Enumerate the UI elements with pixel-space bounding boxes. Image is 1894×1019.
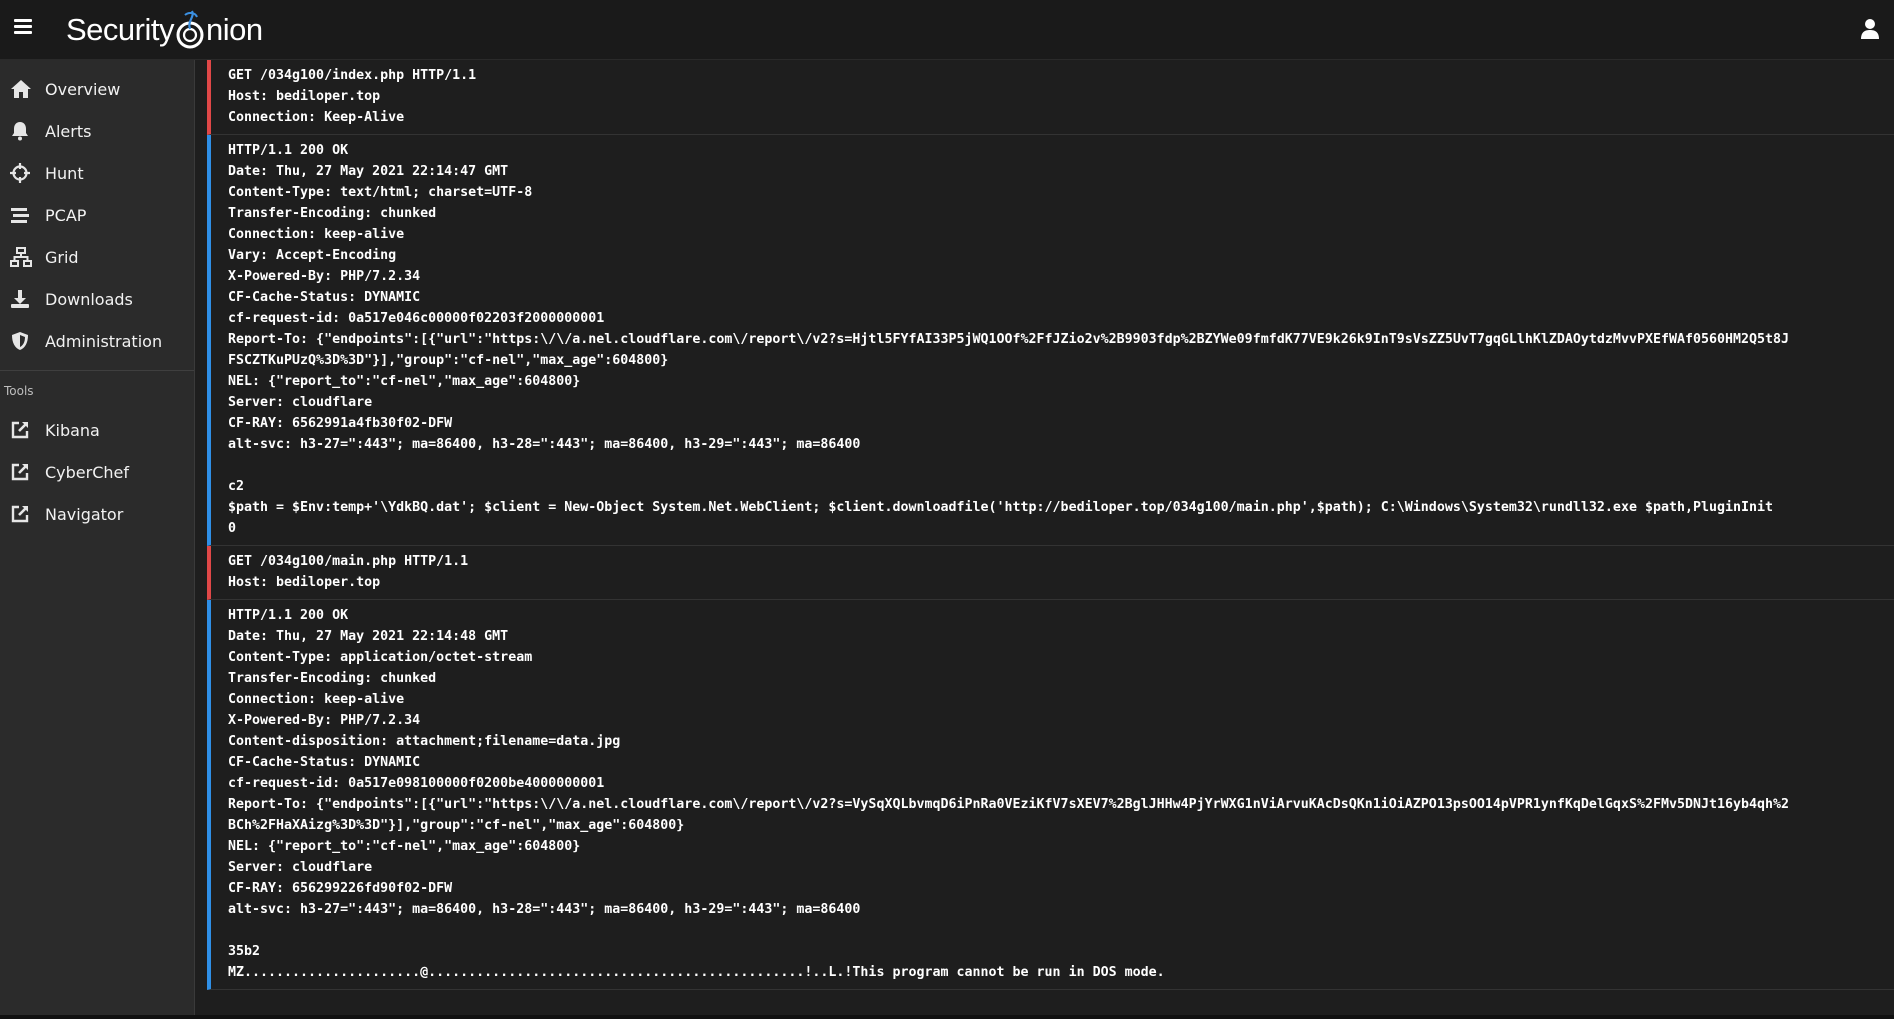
sidebar-item-label: Downloads [45, 289, 133, 309]
sidebar-item-label: Hunt [45, 163, 84, 183]
sidebar-item-alerts[interactable]: Alerts [0, 110, 194, 152]
sidebar-item-label: Kibana [45, 420, 100, 440]
onion-logo-icon [175, 9, 205, 51]
sidebar-item-label: Alerts [45, 121, 92, 141]
window-bottom-edge [0, 1015, 1894, 1019]
security-onion-logo[interactable]: Security nion [66, 9, 263, 51]
sidebar-item-label: PCAP [45, 205, 87, 225]
home-icon [10, 79, 31, 99]
tools-section-title: Tools [4, 384, 34, 398]
network-grid-icon [10, 247, 32, 267]
sidebar-item-pcap[interactable]: PCAP [0, 194, 194, 236]
sidebar-item-grid[interactable]: Grid [0, 236, 194, 278]
external-link-icon [10, 504, 30, 524]
response-block: HTTP/1.1 200 OK Date: Thu, 27 May 2021 2… [207, 135, 1894, 546]
stream-bars-icon [10, 205, 30, 225]
sidebar-item-kibana[interactable]: Kibana [0, 409, 194, 451]
sidebar-item-label: Grid [45, 247, 79, 267]
response-text: HTTP/1.1 200 OK Date: Thu, 27 May 2021 2… [228, 608, 1790, 980]
bell-icon [10, 121, 30, 141]
sidebar-item-navigator[interactable]: Navigator [0, 493, 194, 535]
sidebar-item-cyberchef[interactable]: CyberChef [0, 451, 194, 493]
brand-text-right: nion [205, 12, 263, 47]
download-icon [10, 289, 30, 309]
sidebar-item-label: Navigator [45, 504, 124, 524]
user-account-icon[interactable] [1860, 18, 1880, 40]
app-bar: Security nion [0, 0, 1894, 60]
sidebar-item-label: Overview [45, 79, 121, 99]
sidebar-item-administration[interactable]: Administration [0, 320, 194, 362]
request-text: GET /034g100/index.php HTTP/1.1 Host: be… [228, 68, 477, 125]
external-link-icon [10, 462, 30, 482]
response-text: HTTP/1.1 200 OK Date: Thu, 27 May 2021 2… [228, 143, 1790, 536]
hamburger-menu-icon[interactable] [14, 18, 32, 34]
external-link-icon [10, 420, 30, 440]
request-text: GET /034g100/main.php HTTP/1.1 Host: bed… [228, 554, 469, 590]
sidebar-item-downloads[interactable]: Downloads [0, 278, 194, 320]
sidebar-item-hunt[interactable]: Hunt [0, 152, 194, 194]
pcap-transcript: GET /034g100/index.php HTTP/1.1 Host: be… [195, 60, 1894, 1019]
sidebar-item-overview[interactable]: Overview [0, 68, 194, 110]
sidebar-item-label: Administration [45, 331, 163, 351]
sidebar-nav: Overview Alerts Hunt PCAP Grid Downloads… [0, 60, 195, 1019]
response-block: HTTP/1.1 200 OK Date: Thu, 27 May 2021 2… [207, 600, 1894, 990]
request-block: GET /034g100/index.php HTTP/1.1 Host: be… [207, 60, 1894, 135]
sidebar-item-label: CyberChef [45, 462, 130, 482]
crosshairs-icon [10, 163, 30, 183]
request-block: GET /034g100/main.php HTTP/1.1 Host: bed… [207, 546, 1894, 600]
brand-text-left: Security [66, 12, 174, 47]
shield-icon [10, 331, 30, 351]
